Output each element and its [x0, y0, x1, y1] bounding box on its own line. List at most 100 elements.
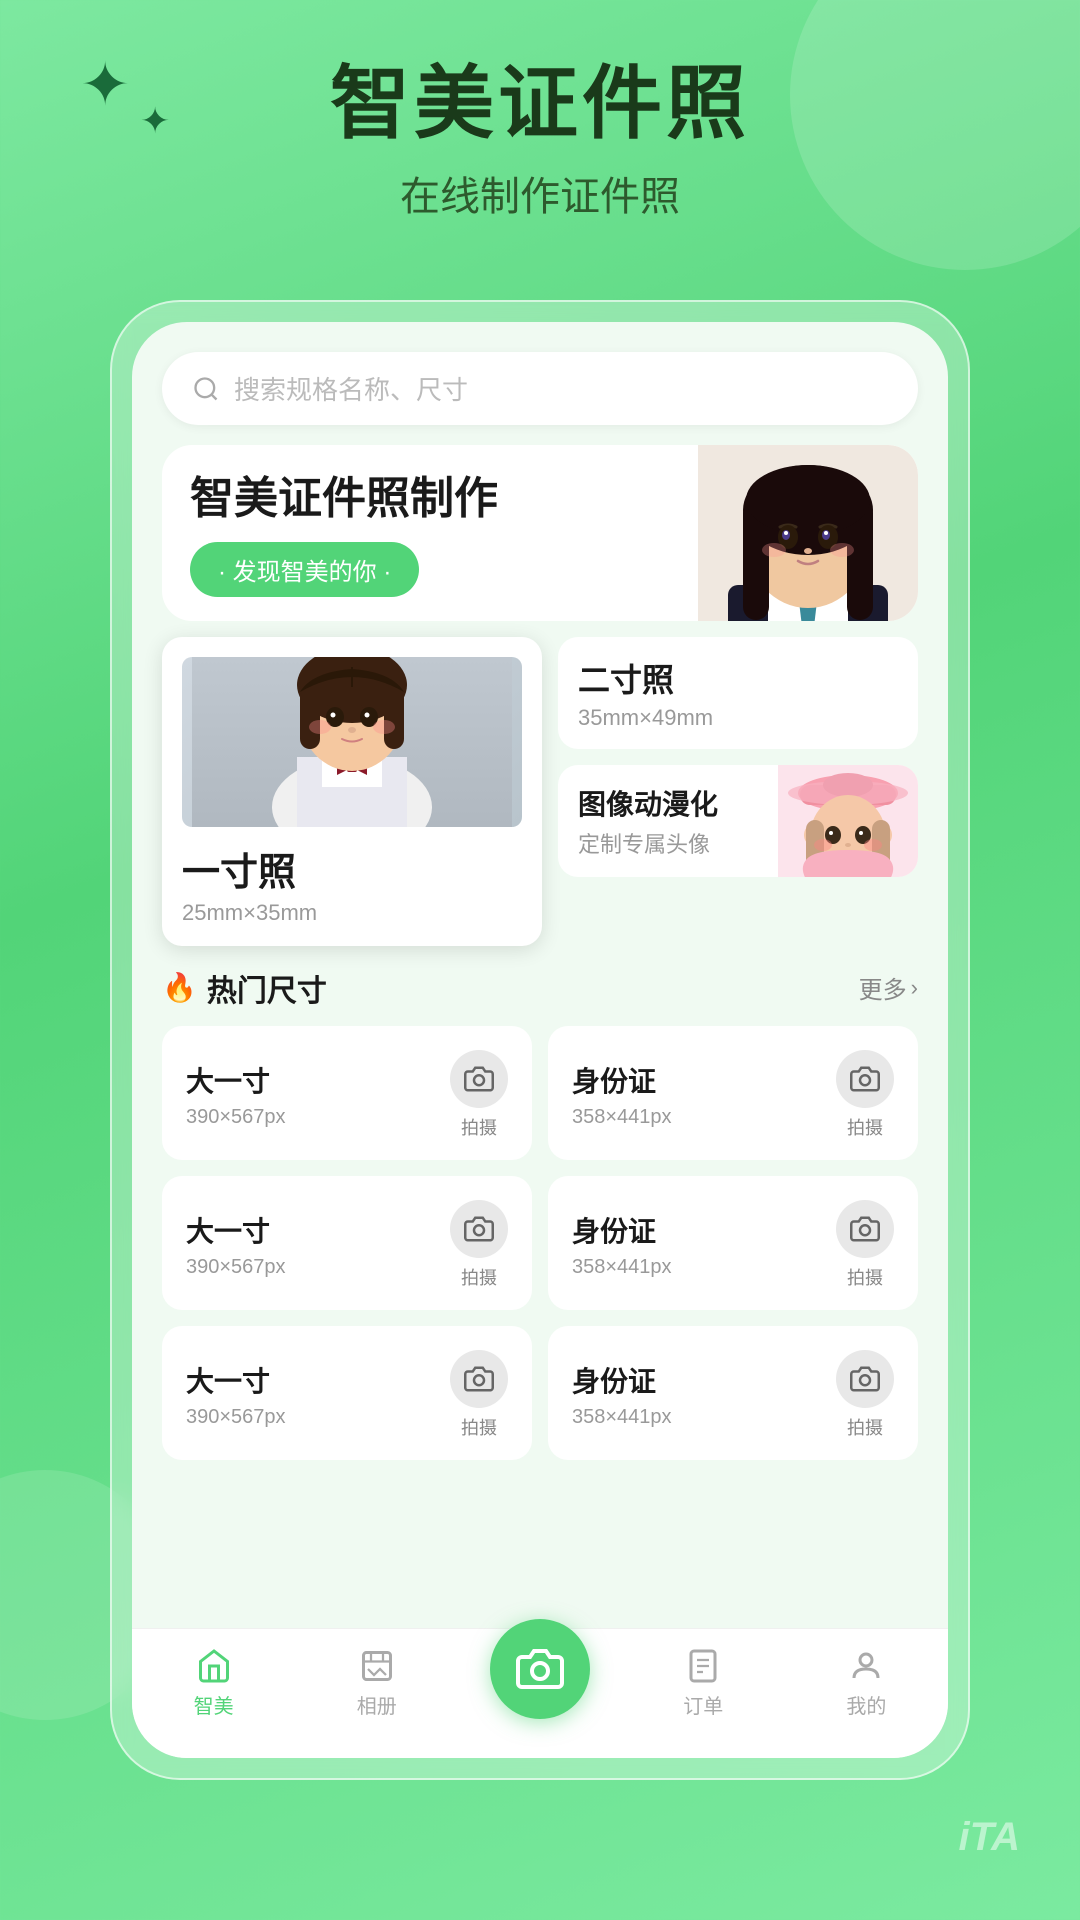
yicun-card[interactable]: 一寸照 25mm×35mm	[162, 637, 542, 946]
camera-icon-0	[450, 1050, 508, 1108]
size-item-0[interactable]: 大一寸 390×567px 拍摄	[162, 1026, 532, 1160]
ercun-card[interactable]: 二寸照 35mm×49mm	[558, 637, 918, 749]
size-item-5[interactable]: 身份证 358×441px 拍摄	[548, 1326, 918, 1460]
home-icon	[196, 1648, 232, 1684]
size-name-3: 身份证	[572, 1210, 672, 1250]
yicun-photo-svg	[192, 657, 512, 827]
header: ✦ ✦ 智美证件照 在线制作证件照	[0, 0, 1080, 222]
phone-frame: 搜索规格名称、尺寸	[110, 300, 970, 1780]
sparkle-small-icon: ✦	[140, 100, 170, 142]
search-bar[interactable]: 搜索规格名称、尺寸	[162, 352, 918, 425]
camera-label-5: 拍摄	[847, 1414, 883, 1440]
size-info-5: 身份证 358×441px	[572, 1360, 672, 1429]
size-dim-5: 358×441px	[572, 1406, 672, 1429]
anime-info: 图像动漫化 定制专属头像	[558, 765, 738, 877]
anime-label: 图像动漫化	[578, 783, 718, 823]
camera-label-3: 拍摄	[847, 1264, 883, 1290]
size-item-2[interactable]: 大一寸 390×567px 拍摄	[162, 1176, 532, 1310]
right-cards: 二寸照 35mm×49mm 图像动漫化 定制专属头像	[558, 637, 918, 946]
size-info-4: 大一寸 390×567px	[186, 1360, 286, 1429]
size-dim-0: 390×567px	[186, 1106, 286, 1129]
anime-thumb	[778, 765, 918, 877]
camera-btn-3[interactable]: 拍摄	[836, 1200, 894, 1290]
hot-title: 🔥 热门尺寸	[162, 966, 327, 1010]
size-info-2: 大一寸 390×567px	[186, 1210, 286, 1279]
yicun-size: 25mm×35mm	[182, 900, 522, 926]
camera-btn-0[interactable]: 拍摄	[450, 1050, 508, 1140]
hot-header: 🔥 热门尺寸 更多 ›	[162, 966, 918, 1010]
size-item-4[interactable]: 大一寸 390×567px 拍摄	[162, 1326, 532, 1460]
nav-label-orders: 订单	[683, 1690, 723, 1719]
ercun-size: 35mm×49mm	[578, 705, 898, 731]
camera-icon-4	[450, 1350, 508, 1408]
yicun-label: 一寸照	[182, 841, 522, 896]
fire-icon: 🔥	[162, 971, 197, 1004]
camera-btn-4[interactable]: 拍摄	[450, 1350, 508, 1440]
size-dim-3: 358×441px	[572, 1256, 672, 1279]
size-item-1[interactable]: 身份证 358×441px 拍摄	[548, 1026, 918, 1160]
size-name-1: 身份证	[572, 1060, 672, 1100]
sparkle-big-icon: ✦	[80, 50, 130, 120]
bottom-nav: 智美 相册	[132, 1628, 948, 1758]
camera-btn-1[interactable]: 拍摄	[836, 1050, 894, 1140]
hot-section: 🔥 热门尺寸 更多 › 大一寸 390×56	[162, 966, 918, 1610]
card-row: 一寸照 25mm×35mm 二寸照 35mm×49mm 图	[162, 637, 918, 946]
album-icon	[359, 1648, 395, 1684]
camera-btn-2[interactable]: 拍摄	[450, 1200, 508, 1290]
center-camera-icon	[516, 1645, 564, 1693]
anime-desc: 定制专属头像	[578, 827, 718, 859]
size-dim-4: 390×567px	[186, 1406, 286, 1429]
nav-item-camera-center[interactable]	[458, 1649, 621, 1719]
more-label: 更多	[859, 970, 907, 1005]
search-icon	[192, 375, 220, 403]
nav-item-orders[interactable]: 订单	[622, 1648, 785, 1719]
center-camera-button[interactable]	[490, 1619, 590, 1719]
size-name-4: 大一寸	[186, 1360, 286, 1400]
profile-icon	[848, 1648, 884, 1684]
orders-icon	[685, 1648, 721, 1684]
nav-item-home[interactable]: 智美	[132, 1648, 295, 1719]
size-name-0: 大一寸	[186, 1060, 286, 1100]
hero-avatar	[698, 445, 918, 621]
chevron-right-icon: ›	[911, 975, 918, 1001]
nav-item-mine[interactable]: 我的	[785, 1648, 948, 1719]
camera-icon-3	[836, 1200, 894, 1258]
hot-title-text: 热门尺寸	[207, 966, 327, 1010]
size-info-3: 身份证 358×441px	[572, 1210, 672, 1279]
more-link[interactable]: 更多 ›	[859, 970, 918, 1005]
nav-label-album: 相册	[357, 1690, 397, 1719]
anime-thumb-svg	[778, 765, 918, 877]
hero-badge[interactable]: · 发现智美的你 ·	[190, 542, 419, 597]
anime-card[interactable]: 图像动漫化 定制专属头像	[558, 765, 918, 877]
size-info-1: 身份证 358×441px	[572, 1060, 672, 1129]
camera-btn-5[interactable]: 拍摄	[836, 1350, 894, 1440]
size-dim-2: 390×567px	[186, 1256, 286, 1279]
nav-label-mine: 我的	[846, 1690, 886, 1719]
yicun-photo	[182, 657, 522, 827]
ita-watermark: iTA	[959, 1815, 1020, 1860]
phone-screen: 搜索规格名称、尺寸	[132, 322, 948, 1758]
size-grid: 大一寸 390×567px 拍摄	[162, 1026, 918, 1460]
size-name-5: 身份证	[572, 1360, 672, 1400]
camera-icon-1	[836, 1050, 894, 1108]
ercun-label: 二寸照	[578, 655, 898, 701]
size-dim-1: 358×441px	[572, 1106, 672, 1129]
camera-label-2: 拍摄	[461, 1264, 497, 1290]
camera-label-4: 拍摄	[461, 1414, 497, 1440]
hero-section: 智美证件照制作 · 发现智美的你 ·	[132, 445, 948, 621]
nav-label-home: 智美	[194, 1690, 234, 1719]
camera-icon-5	[836, 1350, 894, 1408]
camera-label-1: 拍摄	[847, 1114, 883, 1140]
anime-avatar-svg	[698, 445, 918, 621]
nav-item-album[interactable]: 相册	[295, 1648, 458, 1719]
size-name-2: 大一寸	[186, 1210, 286, 1250]
phone-wrapper: 搜索规格名称、尺寸	[110, 300, 970, 1780]
search-placeholder-text: 搜索规格名称、尺寸	[234, 370, 468, 407]
hero-inner: 智美证件照制作 · 发现智美的你 ·	[162, 445, 918, 621]
camera-icon-2	[450, 1200, 508, 1258]
size-item-3[interactable]: 身份证 358×441px 拍摄	[548, 1176, 918, 1310]
app-subtitle: 在线制作证件照	[0, 164, 1080, 222]
screen-content: 搜索规格名称、尺寸	[132, 322, 948, 1628]
camera-label-0: 拍摄	[461, 1114, 497, 1140]
hero-title: 智美证件照制作	[190, 473, 670, 526]
